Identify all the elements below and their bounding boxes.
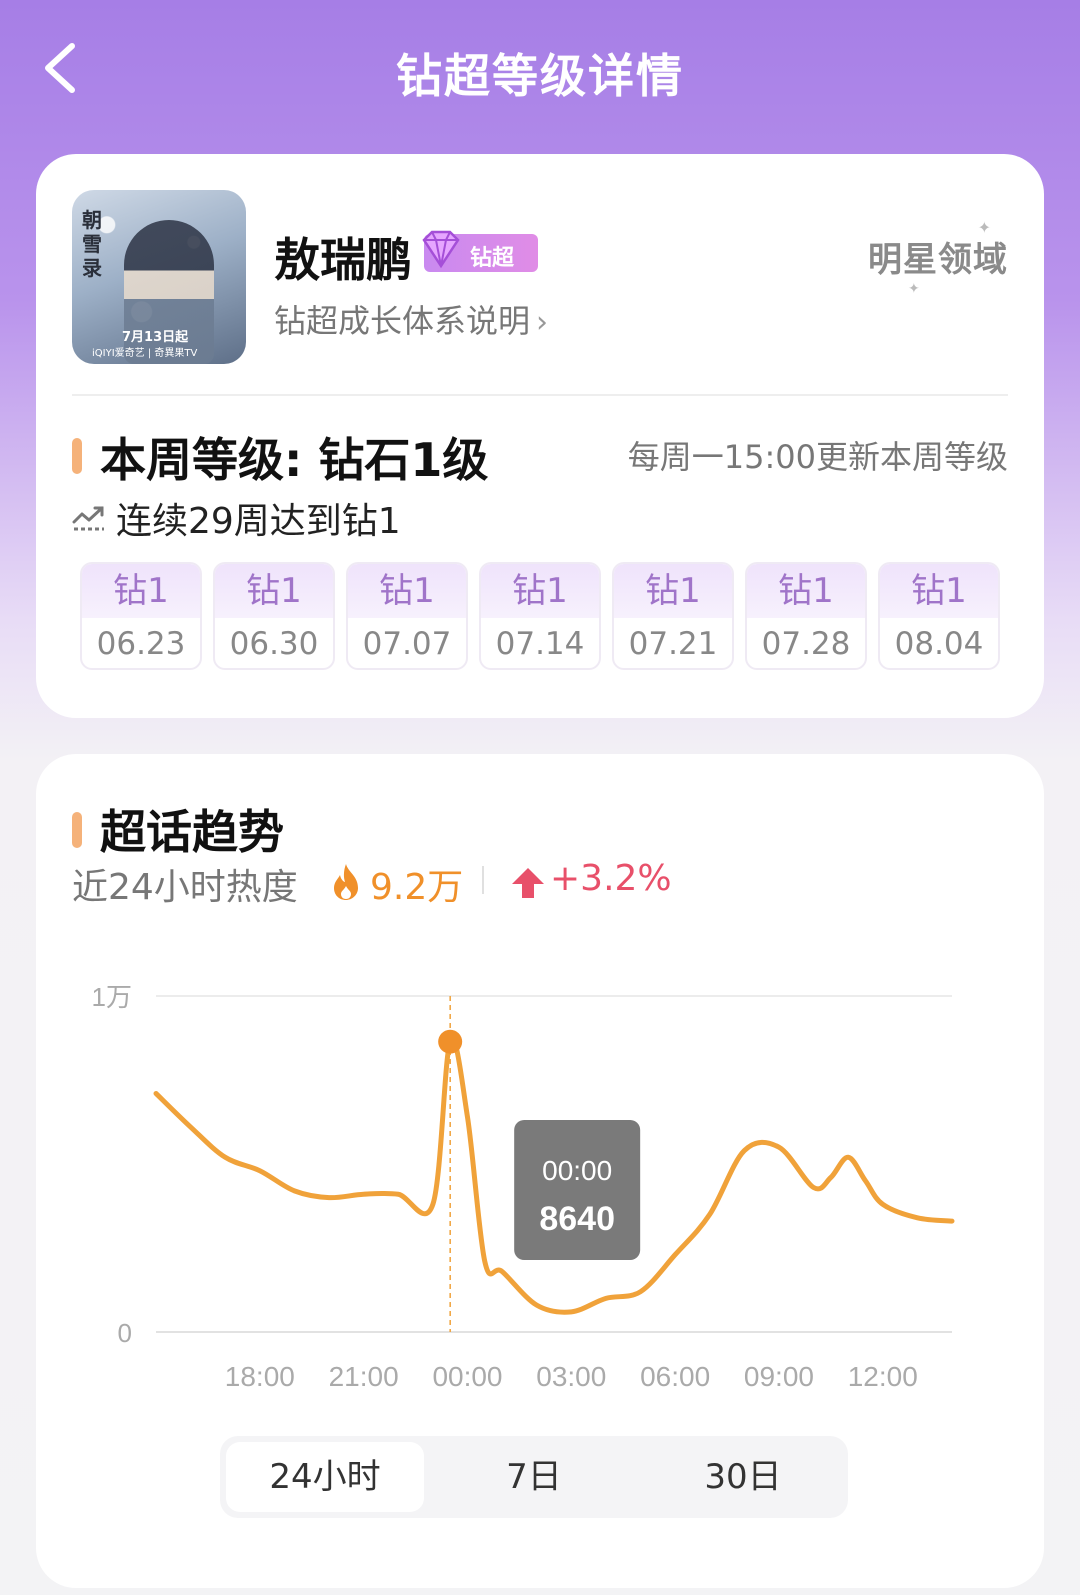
y-tick-label: 0	[118, 1318, 132, 1348]
chart-tooltip: 00:00 8640	[514, 1120, 641, 1260]
week-date: 07.28	[761, 626, 851, 662]
weekly-level-title: 本周等级: 钻石1级	[100, 433, 489, 487]
heat-value: 9.2万	[370, 867, 464, 908]
divider	[72, 394, 1008, 396]
star-name: 敖瑞鹏	[274, 233, 412, 287]
level-card: 朝雪录 7月13日起 iQIYI爱奇艺 | 奇異果TV 敖瑞鹏 钻超 钻超成长体…	[36, 154, 1044, 718]
update-note: 每周一15:00更新本周等级	[627, 438, 1008, 476]
week-level: 钻1	[614, 564, 732, 618]
week-level: 钻1	[481, 564, 599, 618]
diamond-icon	[422, 230, 460, 269]
sparkle-small-icon: ✦	[908, 281, 921, 297]
header: 钻超等级详情	[0, 0, 1080, 140]
week-level-item: 钻1 08.04	[878, 562, 1000, 670]
heat-label: 近24小时热度	[72, 867, 298, 908]
week-level-item: 钻1 07.28	[745, 562, 867, 670]
section-marker	[72, 438, 82, 474]
week-date: 06.23	[96, 626, 186, 662]
tooltip-background	[514, 1120, 641, 1260]
streak-text: 连续29周达到钻1	[116, 501, 401, 542]
week-date: 08.04	[894, 626, 984, 662]
diamond-super-badge: 钻超	[422, 230, 538, 272]
week-date: 07.07	[362, 626, 452, 662]
avatar-poster-title: 朝雪录	[82, 208, 102, 280]
selected-data-point	[438, 1029, 463, 1054]
trend-line-chart[interactable]: 1万 0 18:00 21:00 00:00 03:00 06:00 09:00 12:00 0…	[36, 954, 1044, 1434]
week-level: 钻1	[747, 564, 865, 618]
week-level-item: 钻1 07.14	[479, 562, 601, 670]
tab-7d[interactable]: 7日	[435, 1442, 633, 1512]
tab-24h[interactable]: 24小时	[226, 1442, 424, 1512]
week-level: 钻1	[215, 564, 333, 618]
heat-change: +3.2%	[550, 858, 672, 899]
badge-label: 钻超	[470, 246, 515, 271]
x-tick-label: 06:00	[640, 1361, 710, 1392]
week-date: 07.14	[495, 626, 585, 662]
star-avatar[interactable]: 朝雪录 7月13日起 iQIYI爱奇艺 | 奇異果TV	[72, 190, 246, 364]
tooltip-time: 00:00	[542, 1155, 612, 1186]
avatar-poster-logos: iQIYI爱奇艺 | 奇異果TV	[92, 348, 198, 359]
separator	[482, 866, 484, 894]
page-title: 钻超等级详情	[396, 49, 684, 103]
tab-30d[interactable]: 30日	[644, 1442, 842, 1512]
growth-system-link[interactable]: 钻超成长体系说明 ›	[274, 296, 548, 342]
week-level: 钻1	[348, 564, 466, 618]
week-level: 钻1	[82, 564, 200, 618]
chevron-right-icon: ›	[536, 305, 549, 340]
fire-icon	[334, 864, 358, 900]
x-tick-label: 00:00	[432, 1361, 502, 1392]
trend-card: 超话趋势 近24小时热度 9.2万 +3.2% 1万 0 18:00 21:00 00:…	[36, 754, 1044, 1588]
domain-logo-text: 明星领域	[868, 240, 1008, 280]
x-tick-label: 18:00	[225, 1361, 295, 1392]
section-marker	[72, 812, 82, 848]
x-tick-label: 12:00	[848, 1361, 918, 1392]
weekly-level-history: 钻1 06.23 钻1 06.30 钻1 07.07 钻1 07.14 钻1 07.21 …	[80, 562, 1000, 672]
week-level-item: 钻1 07.21	[612, 562, 734, 670]
arrow-up-icon	[512, 868, 544, 898]
x-tick-label: 03:00	[536, 1361, 606, 1392]
x-tick-label: 09:00	[744, 1361, 814, 1392]
x-tick-label: 21:00	[329, 1361, 399, 1392]
week-level-item: 钻1 07.07	[346, 562, 468, 670]
week-date: 06.30	[229, 626, 319, 662]
trend-up-icon	[72, 506, 104, 531]
trend-title: 超话趋势	[100, 805, 284, 859]
avatar-poster-date: 7月13日起	[122, 330, 189, 345]
y-tick-label: 1万	[92, 982, 132, 1012]
period-tabs: 24小时 7日 30日	[220, 1436, 848, 1518]
star-domain-logo: 明星领域 ✦ ✦	[868, 218, 1008, 297]
week-level-item: 钻1 06.30	[213, 562, 335, 670]
week-level: 钻1	[880, 564, 998, 618]
sparkle-icon: ✦	[977, 218, 992, 237]
tooltip-value: 8640	[539, 1200, 615, 1238]
growth-link-label: 钻超成长体系说明	[274, 302, 531, 340]
week-level-item: 钻1 06.23	[80, 562, 202, 670]
week-date: 07.21	[628, 626, 718, 662]
